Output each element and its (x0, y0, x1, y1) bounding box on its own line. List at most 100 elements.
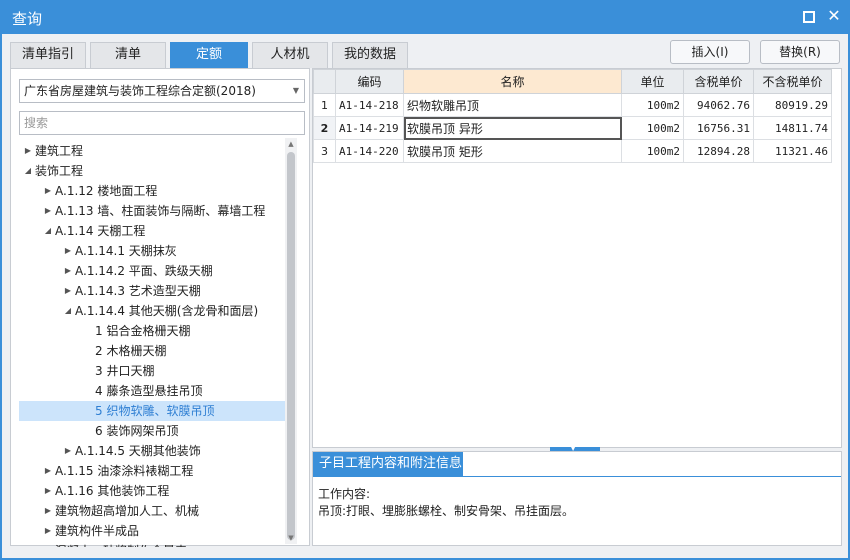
tree-node-label: 1 铝合金格栅天棚 (95, 324, 191, 338)
tree-node[interactable]: 5 织物软雕、软膜吊顶 (19, 401, 291, 421)
quota-library-select[interactable]: 广东省房屋建筑与装饰工程综合定额(2018) ▼ (19, 79, 305, 103)
tree-node[interactable]: ◢ A.1.14 天棚工程 (19, 221, 291, 241)
column-header-price-notax[interactable]: 不含税单价 (753, 69, 832, 94)
tab-quota[interactable]: 定额 (170, 42, 248, 68)
quota-table: 编码 名称 单位 含税单价 不含税单价 1 A1-14-218 织物软雕吊顶 1… (313, 69, 832, 163)
collapsed-arrow-icon[interactable]: ▶ (43, 541, 53, 547)
collapsed-arrow-icon[interactable]: ▶ (43, 461, 53, 481)
collapsed-arrow-icon[interactable]: ▶ (63, 261, 73, 281)
tree-node-label: 2 木格栅天棚 (95, 344, 167, 358)
tree-node[interactable]: ▶ 建筑物超高增加人工、机械 (19, 501, 291, 521)
collapsed-arrow-icon[interactable]: ▶ (43, 521, 53, 541)
scroll-up-icon[interactable]: ▲ (285, 138, 297, 150)
cell-price-notax[interactable]: 80919.29 (753, 93, 832, 117)
tree-node-label: A.1.16 其他装饰工程 (55, 484, 170, 498)
tab-bill-guide[interactable]: 清单指引 (10, 42, 86, 68)
quota-library-value: 广东省房屋建筑与装饰工程综合定额(2018) (24, 84, 256, 98)
tree-node[interactable]: ▶ 建筑构件半成品 (19, 521, 291, 541)
tree-node[interactable]: ◢ 装饰工程 (19, 161, 291, 181)
cell-unit[interactable]: 100m2 (621, 139, 684, 163)
tree-node-label: A.1.14.2 平面、跌级天棚 (75, 264, 213, 278)
tree-node-label: A.1.14.3 艺术造型天棚 (75, 284, 201, 298)
cell-price-notax[interactable]: 14811.74 (753, 116, 832, 140)
cell-price-tax[interactable]: 16756.31 (683, 116, 754, 140)
row-index: 2 (313, 116, 336, 140)
tab-info[interactable]: 子目工程内容和附注信息 (313, 452, 463, 476)
tree-node[interactable]: ▶ A.1.12 楼地面工程 (19, 181, 291, 201)
cell-name[interactable]: 软膜吊顶 异形 (403, 116, 622, 140)
row-index: 3 (313, 139, 336, 163)
scrollbar-thumb[interactable] (287, 152, 295, 540)
tree-node-label: 建筑构件半成品 (55, 524, 140, 538)
row-index: 1 (313, 93, 336, 117)
tab-bill[interactable]: 清单 (90, 42, 166, 68)
tree-node[interactable]: 1 铝合金格栅天棚 (19, 321, 291, 341)
tab-my-data[interactable]: 我的数据 (332, 42, 408, 68)
column-header-code[interactable]: 编码 (335, 69, 404, 94)
tree-node-label: A.1.14.4 其他天棚(含龙骨和面层) (75, 304, 259, 318)
quota-tree: ▶ 建筑工程 ◢ 装饰工程 ▶ A.1.12 楼地面工程 ▶ A.1.13 墙、柱面装饰与隔断… (19, 141, 291, 547)
tree-node[interactable]: ▶ A.1.14.1 天棚抹灰 (19, 241, 291, 261)
column-header-name[interactable]: 名称 (403, 69, 622, 94)
maximize-icon[interactable] (800, 8, 816, 24)
search-input[interactable] (19, 111, 305, 135)
tree-node[interactable]: ▶ A.1.15 油漆涂料裱糊工程 (19, 461, 291, 481)
collapsed-arrow-icon[interactable]: ▶ (63, 281, 73, 301)
query-dialog-body: 清单指引 清单 定额 人材机 我的数据 插入(I) 替换(R) 广东省房屋建筑与… (2, 34, 848, 558)
tree-node[interactable]: ▶ 建筑工程 (19, 141, 291, 161)
table-row[interactable]: 3 A1-14-220 软膜吊顶 矩形 100m2 12894.28 11321… (313, 139, 832, 163)
tree-scrollbar[interactable]: ▲ ▼ (285, 138, 297, 544)
tree-node-label: 4 藤条造型悬挂吊顶 (95, 384, 203, 398)
cell-unit[interactable]: 100m2 (621, 93, 684, 117)
tree-node[interactable]: ▶ A.1.14.5 天棚其他装饰 (19, 441, 291, 461)
tree-node-label: 3 井口天棚 (95, 364, 155, 378)
tree-node-label: A.1.13 墙、柱面装饰与隔断、幕墙工程 (55, 204, 266, 218)
cell-price-notax[interactable]: 11321.46 (753, 139, 832, 163)
cell-code[interactable]: A1-14-218 (335, 93, 404, 117)
cell-unit[interactable]: 100m2 (621, 116, 684, 140)
collapsed-arrow-icon[interactable]: ▶ (43, 481, 53, 501)
insert-button[interactable]: 插入(I) (670, 40, 750, 64)
tree-node-label: A.1.14 天棚工程 (55, 224, 146, 238)
collapsed-arrow-icon[interactable]: ▶ (43, 501, 53, 521)
tree-node-label: A.1.14.1 天棚抹灰 (75, 244, 177, 258)
replace-button[interactable]: 替换(R) (760, 40, 840, 64)
expanded-arrow-icon[interactable]: ◢ (43, 221, 53, 241)
tree-node[interactable]: 2 木格栅天棚 (19, 341, 291, 361)
title-bar: 查询 ✕ (0, 0, 850, 34)
collapsed-arrow-icon[interactable]: ▶ (43, 201, 53, 221)
chevron-down-icon: ▼ (292, 86, 299, 95)
tree-node-label: A.1.12 楼地面工程 (55, 184, 158, 198)
tree-node-label: 混凝土、砂浆制作含量表 (55, 541, 187, 547)
tree-node[interactable]: ▶ A.1.13 墙、柱面装饰与隔断、幕墙工程 (19, 201, 291, 221)
scroll-down-icon[interactable]: ▼ (285, 532, 297, 544)
cell-code[interactable]: A1-14-220 (335, 139, 404, 163)
column-header-price-tax[interactable]: 含税单价 (683, 69, 754, 94)
expanded-arrow-icon[interactable]: ◢ (63, 301, 73, 321)
table-row[interactable]: 2 A1-14-219 软膜吊顶 异形 100m2 16756.31 14811… (313, 116, 832, 140)
collapsed-arrow-icon[interactable]: ▶ (63, 241, 73, 261)
tab-labor-material-machine[interactable]: 人材机 (252, 42, 328, 68)
expanded-arrow-icon[interactable]: ◢ (23, 161, 33, 181)
tree-node[interactable]: 4 藤条造型悬挂吊顶 (19, 381, 291, 401)
tree-node[interactable]: ▶ A.1.16 其他装饰工程 (19, 481, 291, 501)
tree-node[interactable]: 6 装饰网架吊顶 (19, 421, 291, 441)
tree-node[interactable]: ▶ A.1.14.2 平面、跌级天棚 (19, 261, 291, 281)
cell-code[interactable]: A1-14-219 (335, 116, 404, 140)
info-tab-underline (313, 476, 841, 477)
collapsed-arrow-icon[interactable]: ▶ (63, 441, 73, 461)
collapsed-arrow-icon[interactable]: ▶ (43, 181, 53, 201)
cell-price-tax[interactable]: 12894.28 (683, 139, 754, 163)
close-icon[interactable]: ✕ (826, 8, 842, 24)
tree-node[interactable]: ▶ A.1.14.3 艺术造型天棚 (19, 281, 291, 301)
tree-node[interactable]: ◢ A.1.14.4 其他天棚(含龙骨和面层) (19, 301, 291, 321)
table-row[interactable]: 1 A1-14-218 织物软雕吊顶 100m2 94062.76 80919.… (313, 93, 832, 117)
cell-name[interactable]: 软膜吊顶 矩形 (403, 139, 622, 163)
column-header-unit[interactable]: 单位 (621, 69, 684, 94)
tree-node-label: 6 装饰网架吊顶 (95, 424, 179, 438)
cell-name[interactable]: 织物软雕吊顶 (403, 93, 622, 117)
cell-price-tax[interactable]: 94062.76 (683, 93, 754, 117)
tree-node[interactable]: ▶混凝土、砂浆制作含量表 (19, 541, 291, 547)
collapsed-arrow-icon[interactable]: ▶ (23, 141, 33, 161)
tree-node[interactable]: 3 井口天棚 (19, 361, 291, 381)
